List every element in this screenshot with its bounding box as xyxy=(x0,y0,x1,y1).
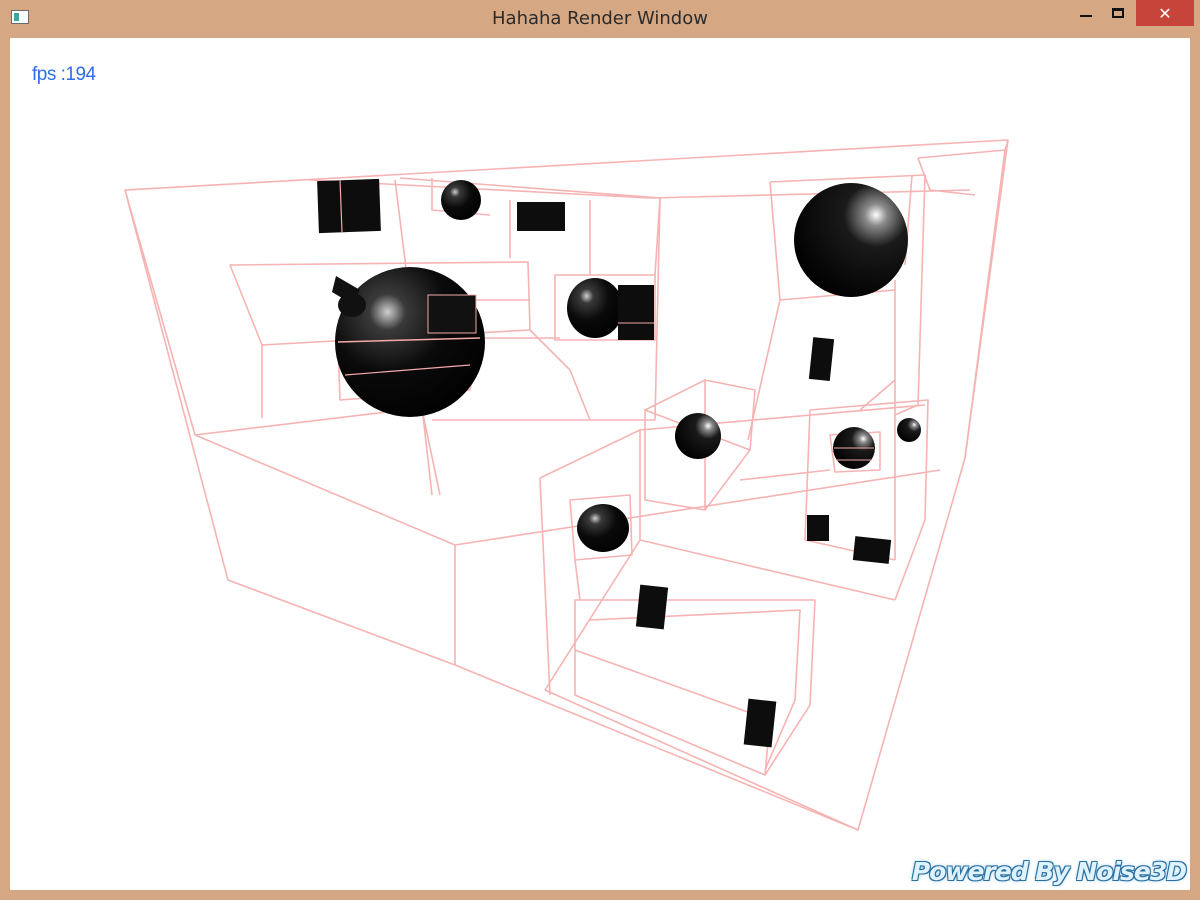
cube-1 xyxy=(317,178,381,234)
minimize-button[interactable] xyxy=(1072,0,1100,26)
close-button[interactable]: ✕ xyxy=(1136,0,1194,26)
cube-9 xyxy=(743,698,777,748)
sphere-middle xyxy=(567,278,623,338)
cube-5 xyxy=(808,337,835,382)
close-icon: ✕ xyxy=(1158,3,1172,23)
cube-3 xyxy=(428,295,476,333)
cube-8 xyxy=(635,584,669,630)
title-bar[interactable]: Hahaha Render Window ✕ xyxy=(0,0,1200,38)
fps-counter: fps :194 xyxy=(32,64,96,85)
large-sphere-left xyxy=(332,267,485,417)
maximize-icon xyxy=(1112,8,1124,18)
cube-6 xyxy=(807,515,829,541)
scene-render xyxy=(124,139,1009,831)
large-sphere-right xyxy=(794,183,908,297)
cube-2 xyxy=(517,202,565,231)
sphere-right-2 xyxy=(897,418,921,442)
sphere-lower xyxy=(577,504,629,552)
engine-watermark: Powered By Noise3D xyxy=(911,857,1187,886)
scene-objects xyxy=(317,178,921,748)
window-title: Hahaha Render Window xyxy=(492,8,708,29)
maximize-button[interactable] xyxy=(1104,0,1132,26)
cube-4 xyxy=(618,285,654,340)
cube-7 xyxy=(852,536,892,564)
sphere-mid-right xyxy=(675,413,721,459)
render-viewport[interactable]: fps :194 Powered By Noise3D xyxy=(10,38,1190,890)
render-window: Hahaha Render Window ✕ fps:194 Powered … xyxy=(0,0,1200,900)
minimize-icon xyxy=(1080,15,1092,17)
sphere-small-top xyxy=(441,180,481,220)
